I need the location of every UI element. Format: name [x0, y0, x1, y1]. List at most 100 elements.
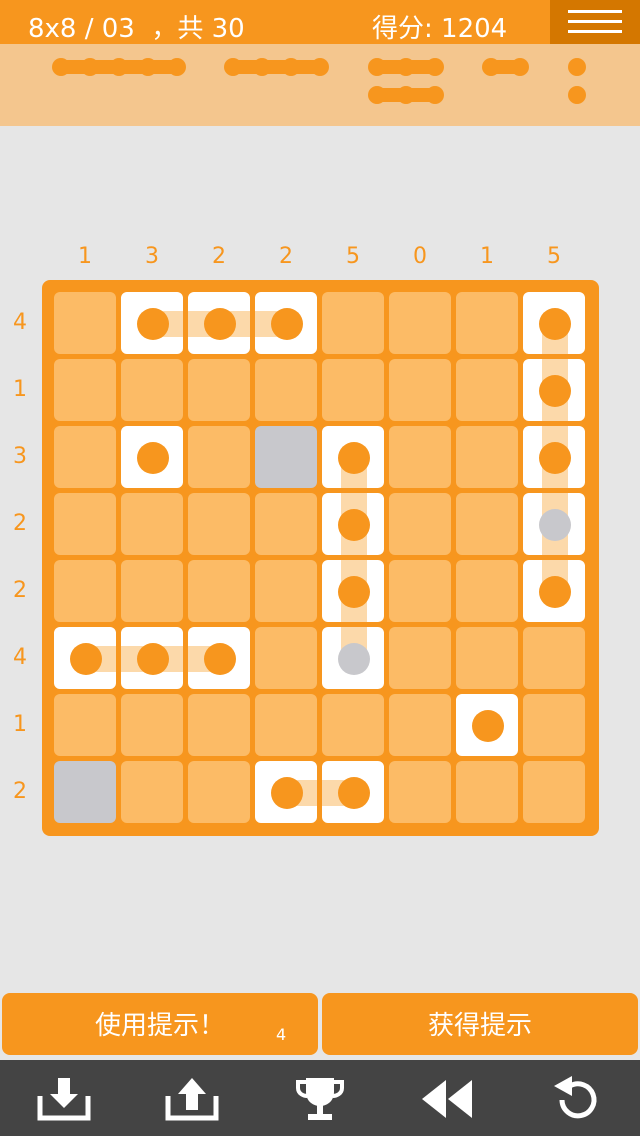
- water-cell[interactable]: [389, 493, 451, 555]
- hamburger-menu-icon[interactable]: [550, 0, 640, 44]
- water-cell[interactable]: [389, 359, 451, 421]
- water-cell[interactable]: [54, 560, 116, 622]
- water-cell[interactable]: [121, 761, 183, 823]
- water-cell[interactable]: [54, 426, 116, 488]
- ship-segment[interactable]: [255, 761, 317, 823]
- ship-segment[interactable]: [322, 761, 384, 823]
- ship-segment[interactable]: [523, 426, 585, 488]
- empty-cell[interactable]: [255, 426, 317, 488]
- ship-segment[interactable]: [121, 627, 183, 689]
- empty-cell[interactable]: [54, 761, 116, 823]
- water-cell[interactable]: [322, 359, 384, 421]
- ship-segment[interactable]: [255, 292, 317, 354]
- column-clue: 0: [413, 244, 427, 269]
- ship-segment[interactable]: [322, 560, 384, 622]
- fleet-panel: [0, 44, 640, 126]
- water-cell[interactable]: [188, 761, 250, 823]
- water-cell[interactable]: [456, 560, 518, 622]
- ship-segment[interactable]: [322, 426, 384, 488]
- ship-segment[interactable]: [523, 359, 585, 421]
- ship-dot: [70, 643, 102, 675]
- ship-segment[interactable]: [188, 627, 250, 689]
- water-cell[interactable]: [523, 694, 585, 756]
- row-clue: 4: [13, 310, 27, 335]
- water-cell[interactable]: [188, 426, 250, 488]
- hint-dot: [338, 643, 370, 675]
- water-cell[interactable]: [54, 292, 116, 354]
- water-cell[interactable]: [456, 493, 518, 555]
- column-clue: 2: [279, 244, 293, 269]
- upload-icon[interactable]: [164, 1074, 220, 1124]
- ship-segment[interactable]: [121, 426, 183, 488]
- water-cell[interactable]: [54, 493, 116, 555]
- water-cell[interactable]: [188, 493, 250, 555]
- water-cell[interactable]: [322, 694, 384, 756]
- water-cell[interactable]: [188, 359, 250, 421]
- ship-dot: [338, 576, 370, 608]
- row-clue: 2: [13, 511, 27, 536]
- column-clue: 5: [547, 244, 561, 269]
- ship-segment-hint[interactable]: [322, 627, 384, 689]
- water-cell[interactable]: [456, 292, 518, 354]
- hint-dot: [539, 509, 571, 541]
- water-cell[interactable]: [389, 627, 451, 689]
- row-clue: 1: [13, 712, 27, 737]
- trophy-icon[interactable]: [292, 1074, 348, 1124]
- water-cell[interactable]: [255, 694, 317, 756]
- use-hint-button[interactable]: 使用提示！ 4: [2, 993, 318, 1055]
- water-cell[interactable]: [255, 627, 317, 689]
- water-cell[interactable]: [456, 761, 518, 823]
- ship-dot: [137, 308, 169, 340]
- ship-dot: [338, 509, 370, 541]
- water-cell[interactable]: [389, 292, 451, 354]
- water-cell[interactable]: [322, 292, 384, 354]
- ship-dot: [338, 777, 370, 809]
- ship-dot: [539, 576, 571, 608]
- water-cell[interactable]: [121, 493, 183, 555]
- row-clue: 2: [13, 578, 27, 603]
- water-cell[interactable]: [389, 560, 451, 622]
- water-cell[interactable]: [255, 560, 317, 622]
- ship-dot: [338, 442, 370, 474]
- rewind-icon[interactable]: [418, 1074, 474, 1124]
- water-cell[interactable]: [523, 761, 585, 823]
- water-cell[interactable]: [121, 694, 183, 756]
- ship-segment[interactable]: [121, 292, 183, 354]
- column-clue: 2: [212, 244, 226, 269]
- top-bar: 8x8 / 03 ，共 30 得分: 1204: [0, 0, 640, 44]
- water-cell[interactable]: [523, 627, 585, 689]
- water-cell[interactable]: [188, 694, 250, 756]
- ship-dot: [204, 308, 236, 340]
- ship-segment[interactable]: [54, 627, 116, 689]
- ship-segment[interactable]: [322, 493, 384, 555]
- water-cell[interactable]: [188, 560, 250, 622]
- water-cell[interactable]: [389, 426, 451, 488]
- ship-segment[interactable]: [523, 560, 585, 622]
- ship-segment[interactable]: [456, 694, 518, 756]
- ship-segment[interactable]: [523, 292, 585, 354]
- ship-dot: [137, 442, 169, 474]
- level-indicator: 8x8 / 03 ，共 30: [28, 14, 245, 44]
- water-cell[interactable]: [255, 493, 317, 555]
- row-clue: 3: [13, 444, 27, 469]
- water-cell[interactable]: [456, 359, 518, 421]
- water-cell[interactable]: [121, 359, 183, 421]
- water-cell[interactable]: [389, 694, 451, 756]
- ship-segment[interactable]: [188, 292, 250, 354]
- bottom-toolbar: [0, 1060, 640, 1136]
- use-hint-label: 使用提示！: [94, 1011, 225, 1041]
- water-cell[interactable]: [54, 359, 116, 421]
- ship-segment-hint[interactable]: [523, 493, 585, 555]
- get-hint-label: 获得提示: [427, 1011, 532, 1041]
- water-cell[interactable]: [255, 359, 317, 421]
- get-hint-button[interactable]: 获得提示: [322, 993, 638, 1055]
- water-cell[interactable]: [456, 627, 518, 689]
- water-cell[interactable]: [389, 761, 451, 823]
- ship-dot: [271, 777, 303, 809]
- row-clue: 2: [13, 779, 27, 804]
- water-cell[interactable]: [121, 560, 183, 622]
- water-cell[interactable]: [54, 694, 116, 756]
- undo-icon[interactable]: [548, 1074, 604, 1124]
- download-icon[interactable]: [36, 1074, 92, 1124]
- water-cell[interactable]: [456, 426, 518, 488]
